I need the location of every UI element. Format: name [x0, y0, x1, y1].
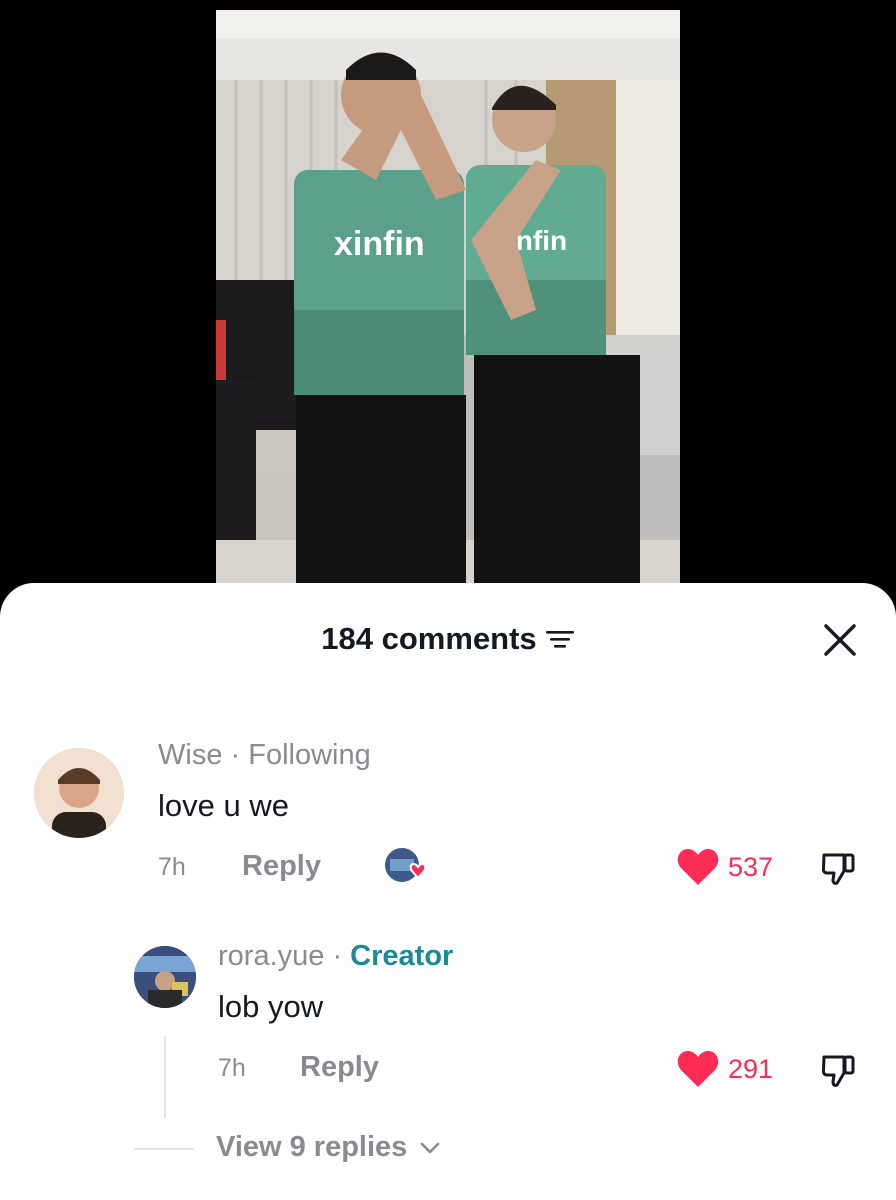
like-group[interactable]: 291 — [676, 1049, 773, 1089]
video-frame-image: xinfin infin — [216, 10, 680, 600]
replies-divider — [134, 1148, 194, 1150]
comment-meta: rora.yue · Creator — [218, 940, 453, 973]
thumbs-down-icon[interactable] — [820, 1051, 858, 1089]
like-count: 291 — [728, 1053, 774, 1084]
svg-text:xinfin: xinfin — [334, 225, 425, 263]
comments-sheet: 184 comments Wise · Following love u we … — [0, 583, 896, 1200]
avatar[interactable] — [134, 946, 196, 1008]
video-player[interactable]: xinfin infin — [216, 10, 680, 600]
comment-time: 7h — [218, 1054, 246, 1082]
view-replies-label: View 9 replies — [216, 1131, 408, 1163]
creator-badge: Creator — [350, 940, 454, 972]
comment-author[interactable]: rora.yue — [218, 940, 324, 972]
comment-text: lob yow — [218, 989, 324, 1024]
reply-item: rora.yue · Creator lob yow 7h Reply 291 — [0, 583, 896, 1143]
reply-button[interactable]: Reply — [300, 1051, 379, 1084]
thread-line — [164, 1036, 166, 1118]
heart-icon[interactable] — [676, 1049, 720, 1089]
app-screen: xinfin infin 184 comments Wise · Followi… — [0, 0, 896, 1200]
chevron-down-icon — [421, 1143, 440, 1154]
avatar-image — [134, 946, 196, 1008]
meta-separator: · — [324, 940, 351, 972]
view-replies-button[interactable]: View 9 replies — [216, 1131, 441, 1164]
